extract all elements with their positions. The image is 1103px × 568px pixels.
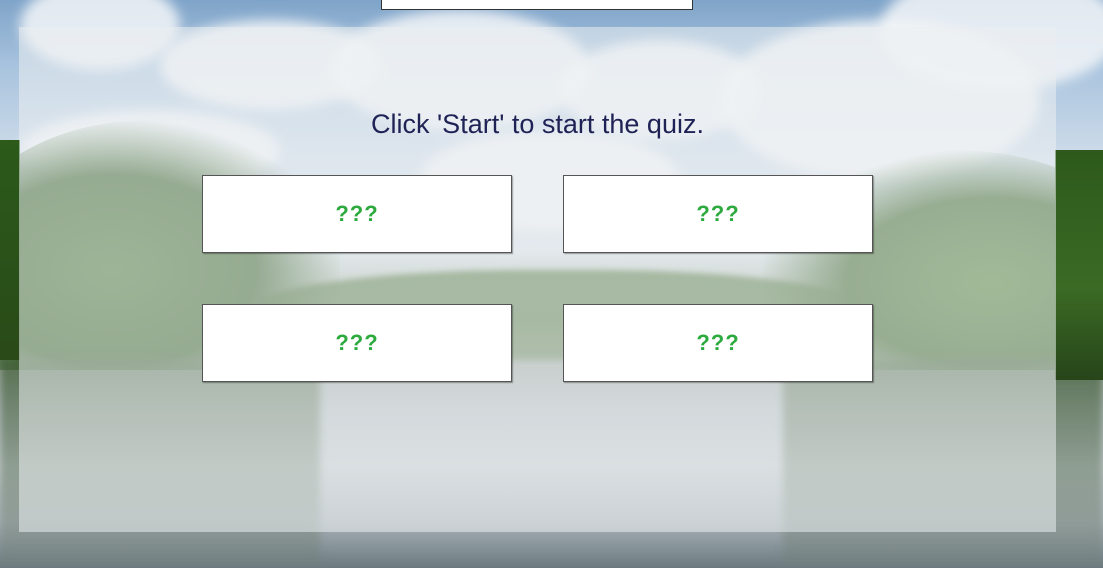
quiz-prompt: Click 'Start' to start the quiz. — [371, 109, 704, 139]
answer-button-4[interactable]: ??? — [563, 304, 873, 382]
quiz-panel: Click 'Start' to start the quiz. ??? ???… — [19, 27, 1056, 532]
answer-button-1[interactable]: ??? — [202, 175, 512, 253]
answer-button-2[interactable]: ??? — [563, 175, 873, 253]
answer-button-3[interactable]: ??? — [202, 304, 512, 382]
top-header-box — [381, 0, 693, 10]
